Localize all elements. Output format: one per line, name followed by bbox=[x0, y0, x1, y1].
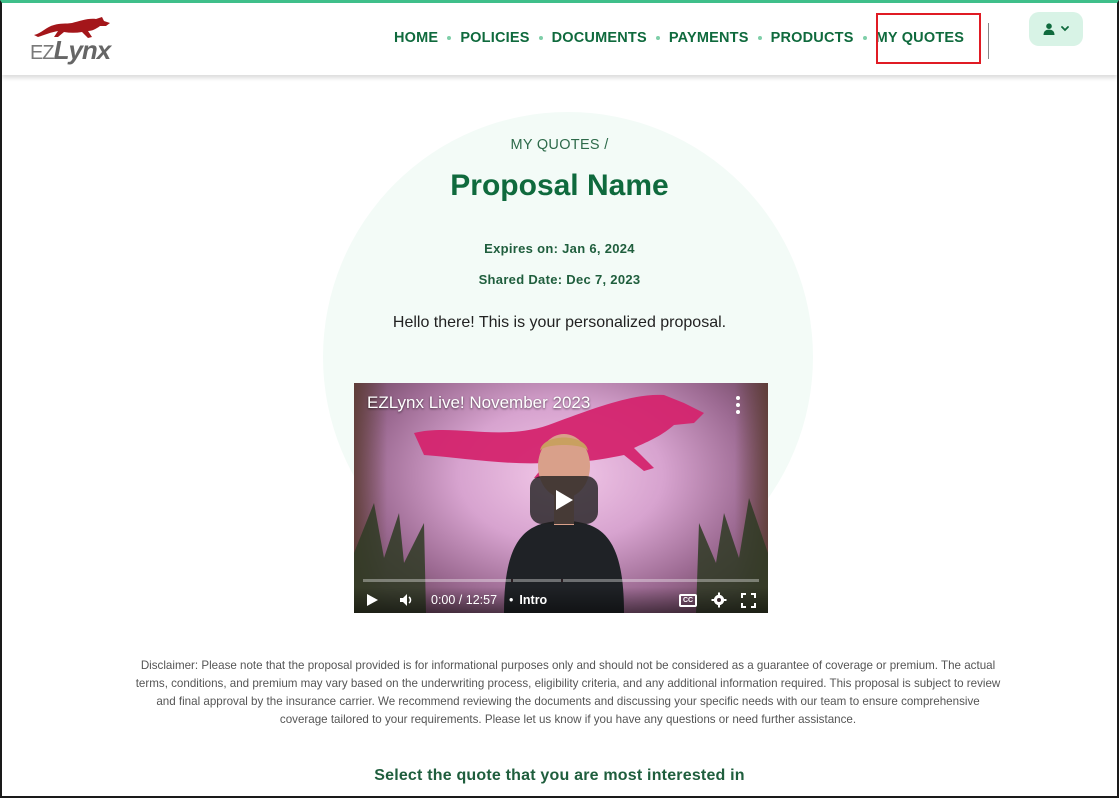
play-icon[interactable] bbox=[366, 593, 379, 607]
logo-ez-text: EZ bbox=[30, 42, 55, 64]
video-controls: 0:00 / 12:57 • Intro CC bbox=[354, 587, 768, 613]
app-window: EZLynx HOME POLICIES DOCUMENTS PAYMENTS … bbox=[0, 0, 1119, 798]
fullscreen-icon[interactable] bbox=[741, 592, 756, 608]
play-button[interactable] bbox=[530, 476, 598, 524]
top-header: EZLynx HOME POLICIES DOCUMENTS PAYMENTS … bbox=[2, 3, 1117, 75]
more-vertical-icon[interactable] bbox=[730, 395, 746, 415]
ezlynx-logo[interactable]: EZLynx bbox=[30, 15, 114, 67]
chevron-down-icon bbox=[1061, 26, 1069, 32]
disclaimer-text: Disclaimer: Please note that the proposa… bbox=[135, 659, 1001, 726]
logo-lynx-text: Lynx bbox=[53, 35, 112, 65]
video-progress-bar[interactable] bbox=[363, 579, 759, 582]
volume-icon[interactable] bbox=[399, 593, 415, 607]
nav-documents[interactable]: DOCUMENTS bbox=[552, 25, 647, 51]
nav-home[interactable]: HOME bbox=[394, 25, 438, 51]
nav-separator-dot bbox=[447, 36, 452, 40]
gear-icon[interactable] bbox=[711, 592, 727, 608]
logo-wordmark: EZLynx bbox=[30, 35, 112, 66]
video-player[interactable]: EZLynx Live! November 2023 0:00 / 12:57 … bbox=[354, 383, 768, 613]
page-title: Proposal Name bbox=[450, 169, 669, 202]
nav-separator-dot bbox=[655, 36, 660, 40]
expires-date: Expires on: Jan 6, 2024 bbox=[484, 241, 635, 256]
nav-products[interactable]: PRODUCTS bbox=[771, 25, 854, 51]
nav-divider bbox=[988, 23, 989, 59]
shared-date: Shared Date: Dec 7, 2023 bbox=[478, 272, 641, 287]
nav-separator-dot bbox=[757, 36, 762, 40]
chapter-marker bbox=[561, 579, 563, 582]
video-time: 0:00 / 12:57 bbox=[431, 593, 498, 607]
nav-separator-dot bbox=[538, 36, 543, 40]
user-icon bbox=[1043, 23, 1055, 35]
main-content: MY QUOTES / Proposal Name Expires on: Ja… bbox=[2, 75, 1117, 796]
play-icon bbox=[556, 490, 573, 510]
select-quote-heading: Select the quote that you are most inter… bbox=[374, 767, 745, 784]
chapter-marker bbox=[511, 579, 513, 582]
video-controls-right: CC bbox=[679, 592, 756, 608]
video-chapter[interactable]: Intro bbox=[519, 593, 547, 607]
greeting-text: Hello there! This is your personalized p… bbox=[392, 314, 727, 331]
nav-separator-dot bbox=[862, 36, 867, 40]
video-title[interactable]: EZLynx Live! November 2023 bbox=[367, 393, 590, 413]
chapter-separator-dot: • bbox=[509, 593, 514, 607]
nav-payments[interactable]: PAYMENTS bbox=[669, 25, 749, 51]
breadcrumb[interactable]: MY QUOTES / bbox=[2, 137, 1117, 153]
my-quotes-highlight-box bbox=[876, 13, 981, 64]
nav-policies[interactable]: POLICIES bbox=[460, 25, 529, 51]
captions-button[interactable]: CC bbox=[679, 593, 697, 607]
user-menu-button[interactable] bbox=[1029, 12, 1083, 46]
